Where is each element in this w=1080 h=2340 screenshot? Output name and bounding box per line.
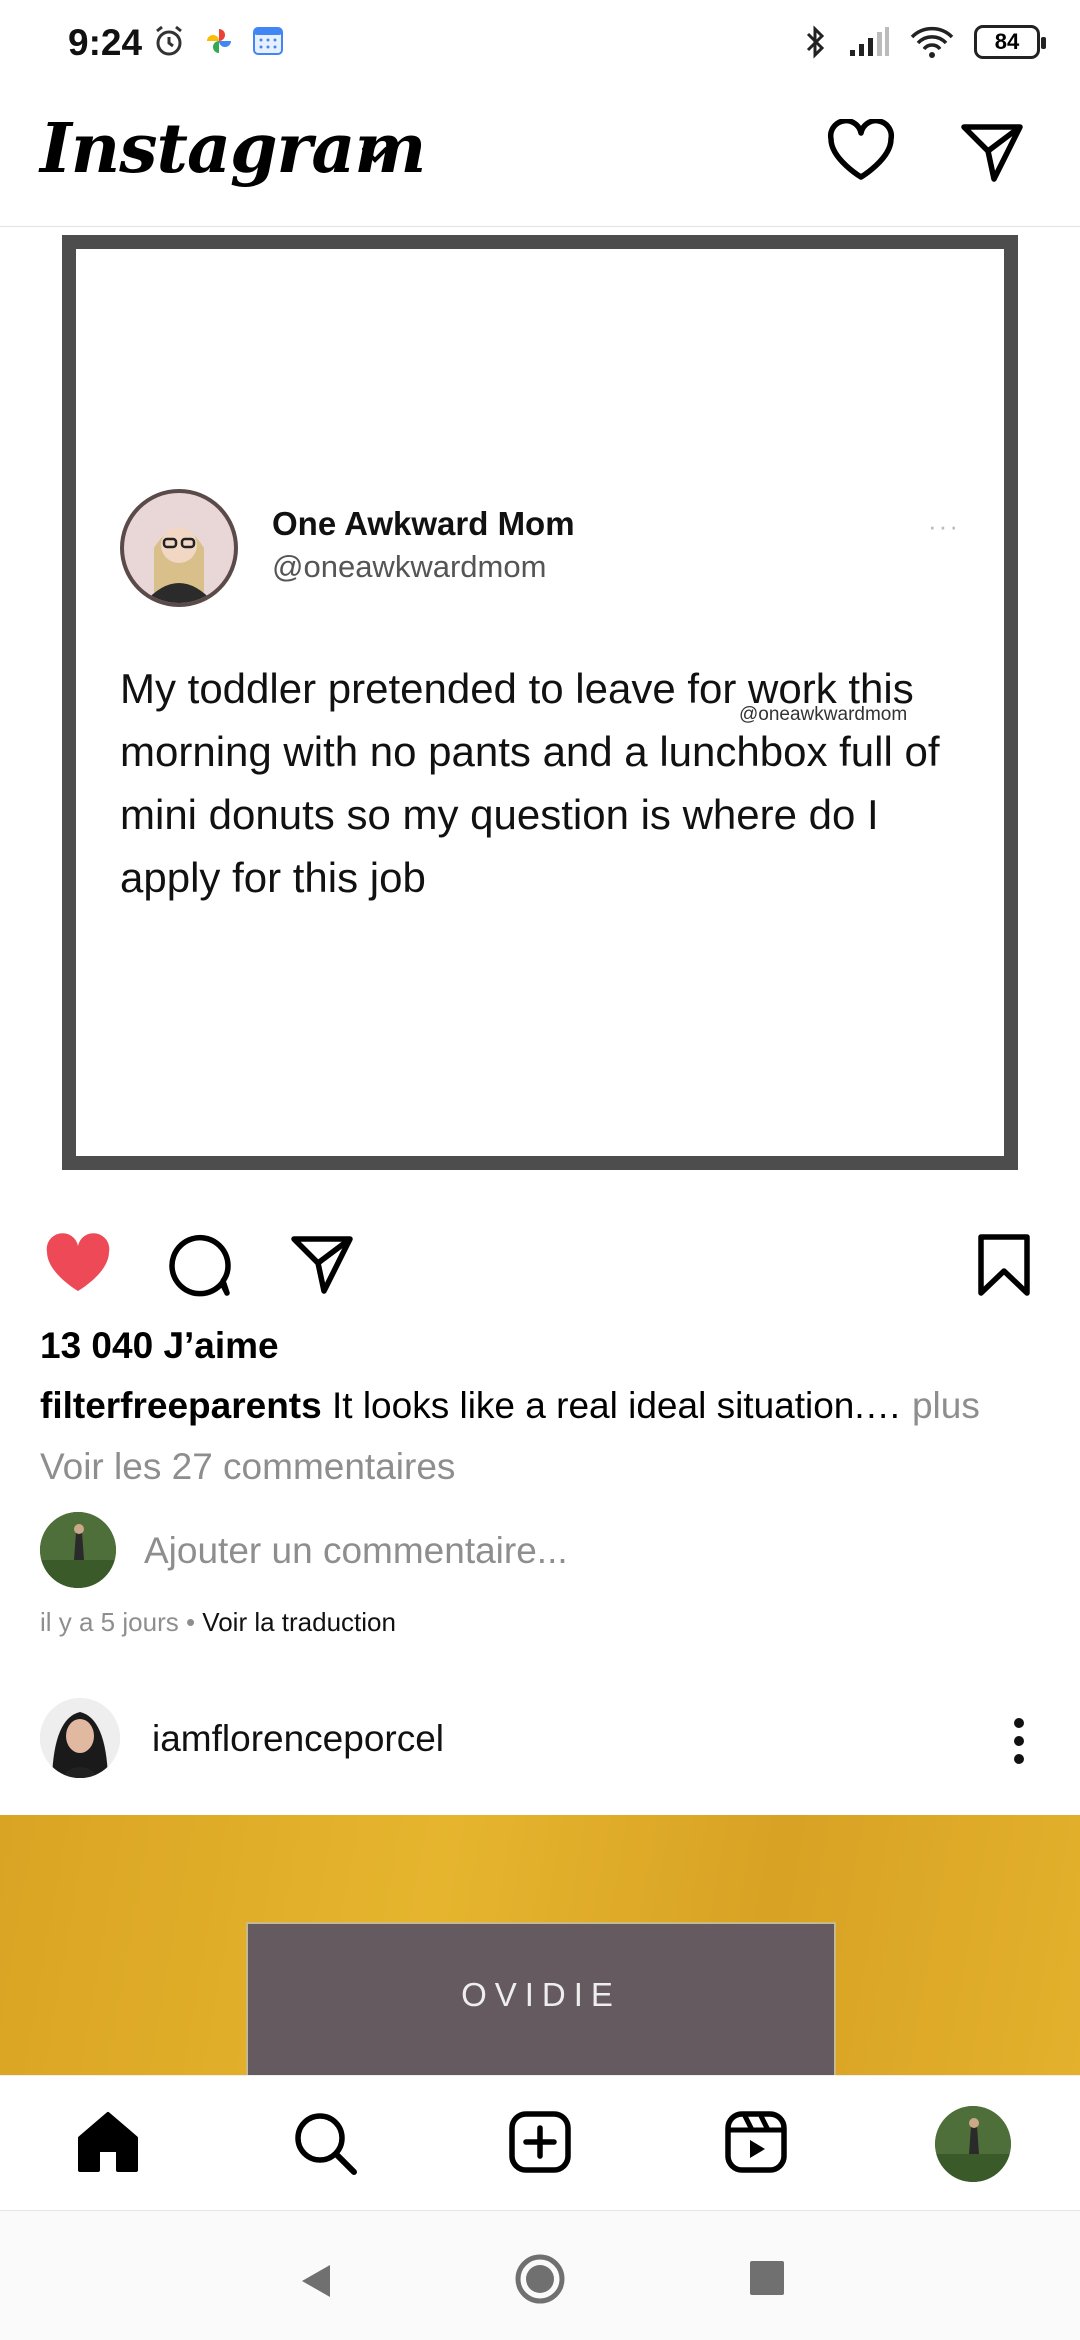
current-user-avatar <box>40 1512 116 1588</box>
bottom-navigation <box>0 2075 1080 2210</box>
tweet-watermark: @oneawkwardmom <box>739 704 908 725</box>
status-notification-icons <box>152 24 284 58</box>
new-post-icon[interactable] <box>508 2110 572 2174</box>
tweet-screenshot: One Awkward Mom @oneawkwardmom ··· My to… <box>76 249 1004 1156</box>
tweet-author-name: One Awkward Mom <box>272 505 575 542</box>
add-comment-row[interactable]: Ajouter un commentaire... <box>40 1512 1040 1592</box>
tweet-more-icon: ··· <box>928 511 960 541</box>
post-timestamp: il y a 5 jours <box>40 1607 179 1637</box>
recent-apps-icon[interactable] <box>750 2261 784 2295</box>
profile-avatar[interactable] <box>935 2106 1011 2182</box>
wifi-icon <box>910 26 954 58</box>
meta-separator: • <box>178 1607 203 1637</box>
caption-more-link[interactable]: plus <box>902 1385 980 1426</box>
battery-level: 84 <box>994 29 1020 54</box>
chevron-down-icon[interactable] <box>360 145 390 165</box>
activity-heart-icon[interactable] <box>826 119 896 183</box>
more-options-icon[interactable] <box>1012 1716 1026 1766</box>
share-icon[interactable] <box>290 1233 354 1295</box>
view-comments-link[interactable]: Voir les 27 commentaires <box>40 1446 455 1488</box>
post-actions <box>0 1225 1080 1305</box>
bluetooth-icon <box>806 25 825 59</box>
likes-count[interactable]: 13 040 J’aime <box>40 1325 279 1367</box>
direct-message-icon[interactable] <box>960 121 1024 183</box>
like-heart-filled-icon[interactable] <box>44 1233 112 1295</box>
post-caption: filterfreeparents It looks like a real i… <box>40 1385 1050 1427</box>
next-post-avatar[interactable] <box>40 1698 120 1778</box>
alarm-icon <box>156 25 182 56</box>
signal-icon <box>850 27 889 56</box>
post-image[interactable]: One Awkward Mom @oneawkwardmom ··· My to… <box>62 235 1018 1170</box>
comment-icon[interactable] <box>166 1233 232 1299</box>
next-post-username[interactable]: iamflorenceporcel <box>152 1718 444 1760</box>
calendar-icon <box>253 27 283 55</box>
status-bar: 9:24 84 <box>0 0 1080 95</box>
tweet-text: My toddler pretended to leave for work t… <box>120 665 940 901</box>
next-post-image[interactable]: OVIDIE <box>0 1815 1080 2075</box>
status-time: 9:24 <box>68 22 143 63</box>
search-icon[interactable] <box>292 2110 358 2176</box>
book-cover: OVIDIE <box>246 1922 836 2075</box>
caption-username[interactable]: filterfreeparents <box>40 1385 322 1426</box>
post-meta: il y a 5 jours • Voir la traduction <box>40 1607 396 1638</box>
battery-indicator: 84 <box>974 25 1046 59</box>
add-comment-input[interactable]: Ajouter un commentaire... <box>144 1530 568 1572</box>
back-icon[interactable] <box>298 2261 334 2301</box>
reels-icon[interactable] <box>724 2110 788 2174</box>
save-bookmark-icon[interactable] <box>976 1233 1032 1297</box>
caption-text: It looks like a real ideal situation.… <box>321 1385 902 1426</box>
next-post-header: iamflorenceporcel <box>0 1698 1080 1788</box>
system-navigation-bar <box>0 2210 1080 2340</box>
home-button-icon[interactable] <box>514 2253 566 2305</box>
photos-icon <box>207 29 231 53</box>
see-translation-link[interactable]: Voir la traduction <box>202 1607 396 1637</box>
app-header: Instagram <box>0 95 1080 227</box>
home-icon[interactable] <box>76 2110 140 2174</box>
status-system-icons: 84 <box>804 24 1046 60</box>
book-title: OVIDIE <box>461 1976 621 2013</box>
tweet-avatar <box>120 489 238 607</box>
tweet-author-handle: @oneawkwardmom <box>272 549 547 584</box>
